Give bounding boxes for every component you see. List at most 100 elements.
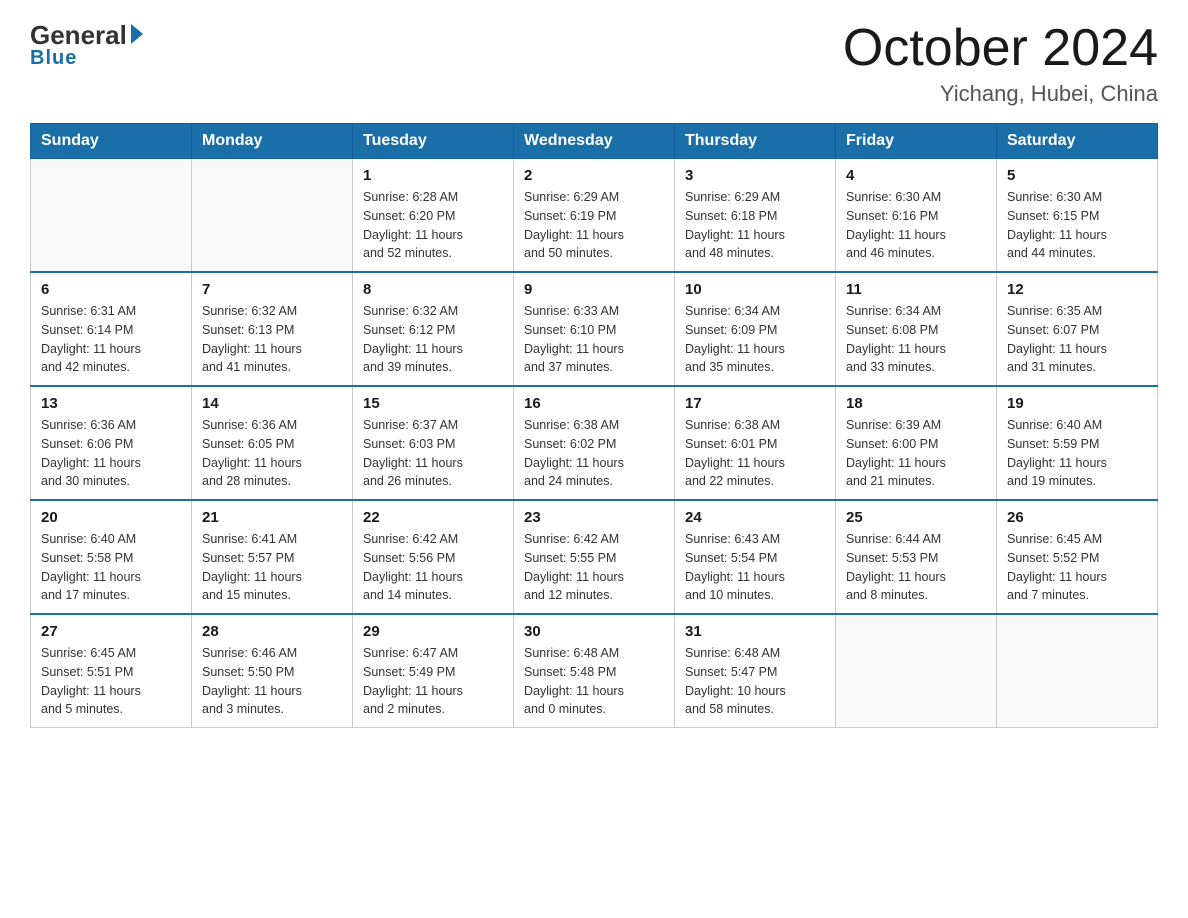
day-info: Sunrise: 6:31 AMSunset: 6:14 PMDaylight:… xyxy=(41,302,181,377)
calendar-cell: 23Sunrise: 6:42 AMSunset: 5:55 PMDayligh… xyxy=(514,500,675,614)
calendar-cell: 29Sunrise: 6:47 AMSunset: 5:49 PMDayligh… xyxy=(353,614,514,728)
weekday-header-monday: Monday xyxy=(192,124,353,159)
day-number: 17 xyxy=(685,395,825,412)
calendar-cell xyxy=(997,614,1158,728)
calendar-cell: 2 Sunrise: 6:29 AMSunset: 6:19 PMDaylight… xyxy=(514,159,675,273)
day-info: Sunrise: 6:40 AMSunset: 5:59 PMDaylight:… xyxy=(1007,416,1147,491)
calendar-cell: 10 Sunrise: 6:34 AMSunset: 6:09 PMDayligh… xyxy=(675,272,836,386)
calendar-cell: 30 Sunrise: 6:48 AMSunset: 5:48 PMDayligh… xyxy=(514,614,675,728)
day-info: Sunrise: 6:34 AMSunset: 6:08 PMDaylight:… xyxy=(846,302,986,377)
day-info: Sunrise: 6:29 AMSunset: 6:19 PMDaylight:… xyxy=(524,188,664,263)
calendar-cell: 4 Sunrise: 6:30 AMSunset: 6:16 PMDaylight… xyxy=(836,159,997,273)
calendar-cell: 1Sunrise: 6:28 AMSunset: 6:20 PMDaylight… xyxy=(353,159,514,273)
calendar-cell: 3 Sunrise: 6:29 AMSunset: 6:18 PMDaylight… xyxy=(675,159,836,273)
day-number: 8 xyxy=(363,281,503,298)
weekday-header-thursday: Thursday xyxy=(675,124,836,159)
weekday-header-tuesday: Tuesday xyxy=(353,124,514,159)
calendar-week-row: 20 Sunrise: 6:40 AMSunset: 5:58 PMDayligh… xyxy=(31,500,1158,614)
calendar-cell xyxy=(31,159,192,273)
calendar-cell: 31 Sunrise: 6:48 AMSunset: 5:47 PMDayligh… xyxy=(675,614,836,728)
calendar-cell: 24Sunrise: 6:43 AMSunset: 5:54 PMDayligh… xyxy=(675,500,836,614)
day-number: 6 xyxy=(41,281,181,298)
day-info: Sunrise: 6:38 AMSunset: 6:01 PMDaylight:… xyxy=(685,416,825,491)
calendar-cell: 20 Sunrise: 6:40 AMSunset: 5:58 PMDayligh… xyxy=(31,500,192,614)
title-area: October 2024 Yichang, Hubei, China xyxy=(843,20,1158,107)
day-info: Sunrise: 6:32 AMSunset: 6:12 PMDaylight:… xyxy=(363,302,503,377)
day-number: 18 xyxy=(846,395,986,412)
day-number: 30 xyxy=(524,623,664,640)
day-info: Sunrise: 6:48 AMSunset: 5:48 PMDaylight:… xyxy=(524,644,664,719)
day-info: Sunrise: 6:46 AMSunset: 5:50 PMDaylight:… xyxy=(202,644,342,719)
day-number: 2 xyxy=(524,167,664,184)
logo: General Blue xyxy=(30,20,143,70)
day-info: Sunrise: 6:41 AMSunset: 5:57 PMDaylight:… xyxy=(202,530,342,605)
day-number: 19 xyxy=(1007,395,1147,412)
calendar-cell: 12Sunrise: 6:35 AMSunset: 6:07 PMDayligh… xyxy=(997,272,1158,386)
day-number: 28 xyxy=(202,623,342,640)
day-number: 20 xyxy=(41,509,181,526)
calendar-cell: 5 Sunrise: 6:30 AMSunset: 6:15 PMDaylight… xyxy=(997,159,1158,273)
calendar-cell: 22Sunrise: 6:42 AMSunset: 5:56 PMDayligh… xyxy=(353,500,514,614)
calendar-cell: 19 Sunrise: 6:40 AMSunset: 5:59 PMDayligh… xyxy=(997,386,1158,500)
weekday-header-sunday: Sunday xyxy=(31,124,192,159)
calendar-week-row: 27 Sunrise: 6:45 AMSunset: 5:51 PMDayligh… xyxy=(31,614,1158,728)
day-info: Sunrise: 6:29 AMSunset: 6:18 PMDaylight:… xyxy=(685,188,825,263)
day-number: 10 xyxy=(685,281,825,298)
calendar-cell: 27 Sunrise: 6:45 AMSunset: 5:51 PMDayligh… xyxy=(31,614,192,728)
calendar-week-row: 1Sunrise: 6:28 AMSunset: 6:20 PMDaylight… xyxy=(31,159,1158,273)
day-info: Sunrise: 6:36 AMSunset: 6:06 PMDaylight:… xyxy=(41,416,181,491)
day-info: Sunrise: 6:38 AMSunset: 6:02 PMDaylight:… xyxy=(524,416,664,491)
day-number: 14 xyxy=(202,395,342,412)
day-number: 4 xyxy=(846,167,986,184)
day-number: 1 xyxy=(363,167,503,184)
day-number: 27 xyxy=(41,623,181,640)
month-title: October 2024 xyxy=(843,20,1158,77)
day-info: Sunrise: 6:43 AMSunset: 5:54 PMDaylight:… xyxy=(685,530,825,605)
day-number: 11 xyxy=(846,281,986,298)
calendar-cell xyxy=(192,159,353,273)
calendar-week-row: 6 Sunrise: 6:31 AMSunset: 6:14 PMDaylight… xyxy=(31,272,1158,386)
calendar-cell: 8 Sunrise: 6:32 AMSunset: 6:12 PMDaylight… xyxy=(353,272,514,386)
weekday-header-row: SundayMondayTuesdayWednesdayThursdayFrid… xyxy=(31,124,1158,159)
calendar-cell: 16 Sunrise: 6:38 AMSunset: 6:02 PMDayligh… xyxy=(514,386,675,500)
day-info: Sunrise: 6:35 AMSunset: 6:07 PMDaylight:… xyxy=(1007,302,1147,377)
day-info: Sunrise: 6:36 AMSunset: 6:05 PMDaylight:… xyxy=(202,416,342,491)
day-info: Sunrise: 6:30 AMSunset: 6:16 PMDaylight:… xyxy=(846,188,986,263)
day-number: 15 xyxy=(363,395,503,412)
day-number: 3 xyxy=(685,167,825,184)
calendar-cell: 21Sunrise: 6:41 AMSunset: 5:57 PMDayligh… xyxy=(192,500,353,614)
calendar-cell: 28 Sunrise: 6:46 AMSunset: 5:50 PMDayligh… xyxy=(192,614,353,728)
day-number: 16 xyxy=(524,395,664,412)
day-info: Sunrise: 6:48 AMSunset: 5:47 PMDaylight:… xyxy=(685,644,825,719)
calendar-cell: 15Sunrise: 6:37 AMSunset: 6:03 PMDayligh… xyxy=(353,386,514,500)
day-info: Sunrise: 6:40 AMSunset: 5:58 PMDaylight:… xyxy=(41,530,181,605)
calendar-cell: 18Sunrise: 6:39 AMSunset: 6:00 PMDayligh… xyxy=(836,386,997,500)
day-info: Sunrise: 6:45 AMSunset: 5:51 PMDaylight:… xyxy=(41,644,181,719)
day-number: 22 xyxy=(363,509,503,526)
calendar-cell: 6 Sunrise: 6:31 AMSunset: 6:14 PMDaylight… xyxy=(31,272,192,386)
location-title: Yichang, Hubei, China xyxy=(843,81,1158,107)
calendar-cell: 14 Sunrise: 6:36 AMSunset: 6:05 PMDayligh… xyxy=(192,386,353,500)
day-number: 25 xyxy=(846,509,986,526)
day-number: 13 xyxy=(41,395,181,412)
calendar-cell: 11 Sunrise: 6:34 AMSunset: 6:08 PMDayligh… xyxy=(836,272,997,386)
day-info: Sunrise: 6:34 AMSunset: 6:09 PMDaylight:… xyxy=(685,302,825,377)
day-number: 26 xyxy=(1007,509,1147,526)
calendar-cell: 25Sunrise: 6:44 AMSunset: 5:53 PMDayligh… xyxy=(836,500,997,614)
day-number: 5 xyxy=(1007,167,1147,184)
day-info: Sunrise: 6:42 AMSunset: 5:55 PMDaylight:… xyxy=(524,530,664,605)
calendar-cell: 26Sunrise: 6:45 AMSunset: 5:52 PMDayligh… xyxy=(997,500,1158,614)
calendar-week-row: 13 Sunrise: 6:36 AMSunset: 6:06 PMDayligh… xyxy=(31,386,1158,500)
calendar-cell: 7Sunrise: 6:32 AMSunset: 6:13 PMDaylight… xyxy=(192,272,353,386)
calendar-table: SundayMondayTuesdayWednesdayThursdayFrid… xyxy=(30,123,1158,728)
calendar-cell: 13 Sunrise: 6:36 AMSunset: 6:06 PMDayligh… xyxy=(31,386,192,500)
day-number: 31 xyxy=(685,623,825,640)
day-info: Sunrise: 6:33 AMSunset: 6:10 PMDaylight:… xyxy=(524,302,664,377)
calendar-cell xyxy=(836,614,997,728)
day-info: Sunrise: 6:32 AMSunset: 6:13 PMDaylight:… xyxy=(202,302,342,377)
day-info: Sunrise: 6:30 AMSunset: 6:15 PMDaylight:… xyxy=(1007,188,1147,263)
day-number: 9 xyxy=(524,281,664,298)
day-number: 29 xyxy=(363,623,503,640)
calendar-cell: 17 Sunrise: 6:38 AMSunset: 6:01 PMDayligh… xyxy=(675,386,836,500)
logo-triangle-icon xyxy=(131,24,143,44)
